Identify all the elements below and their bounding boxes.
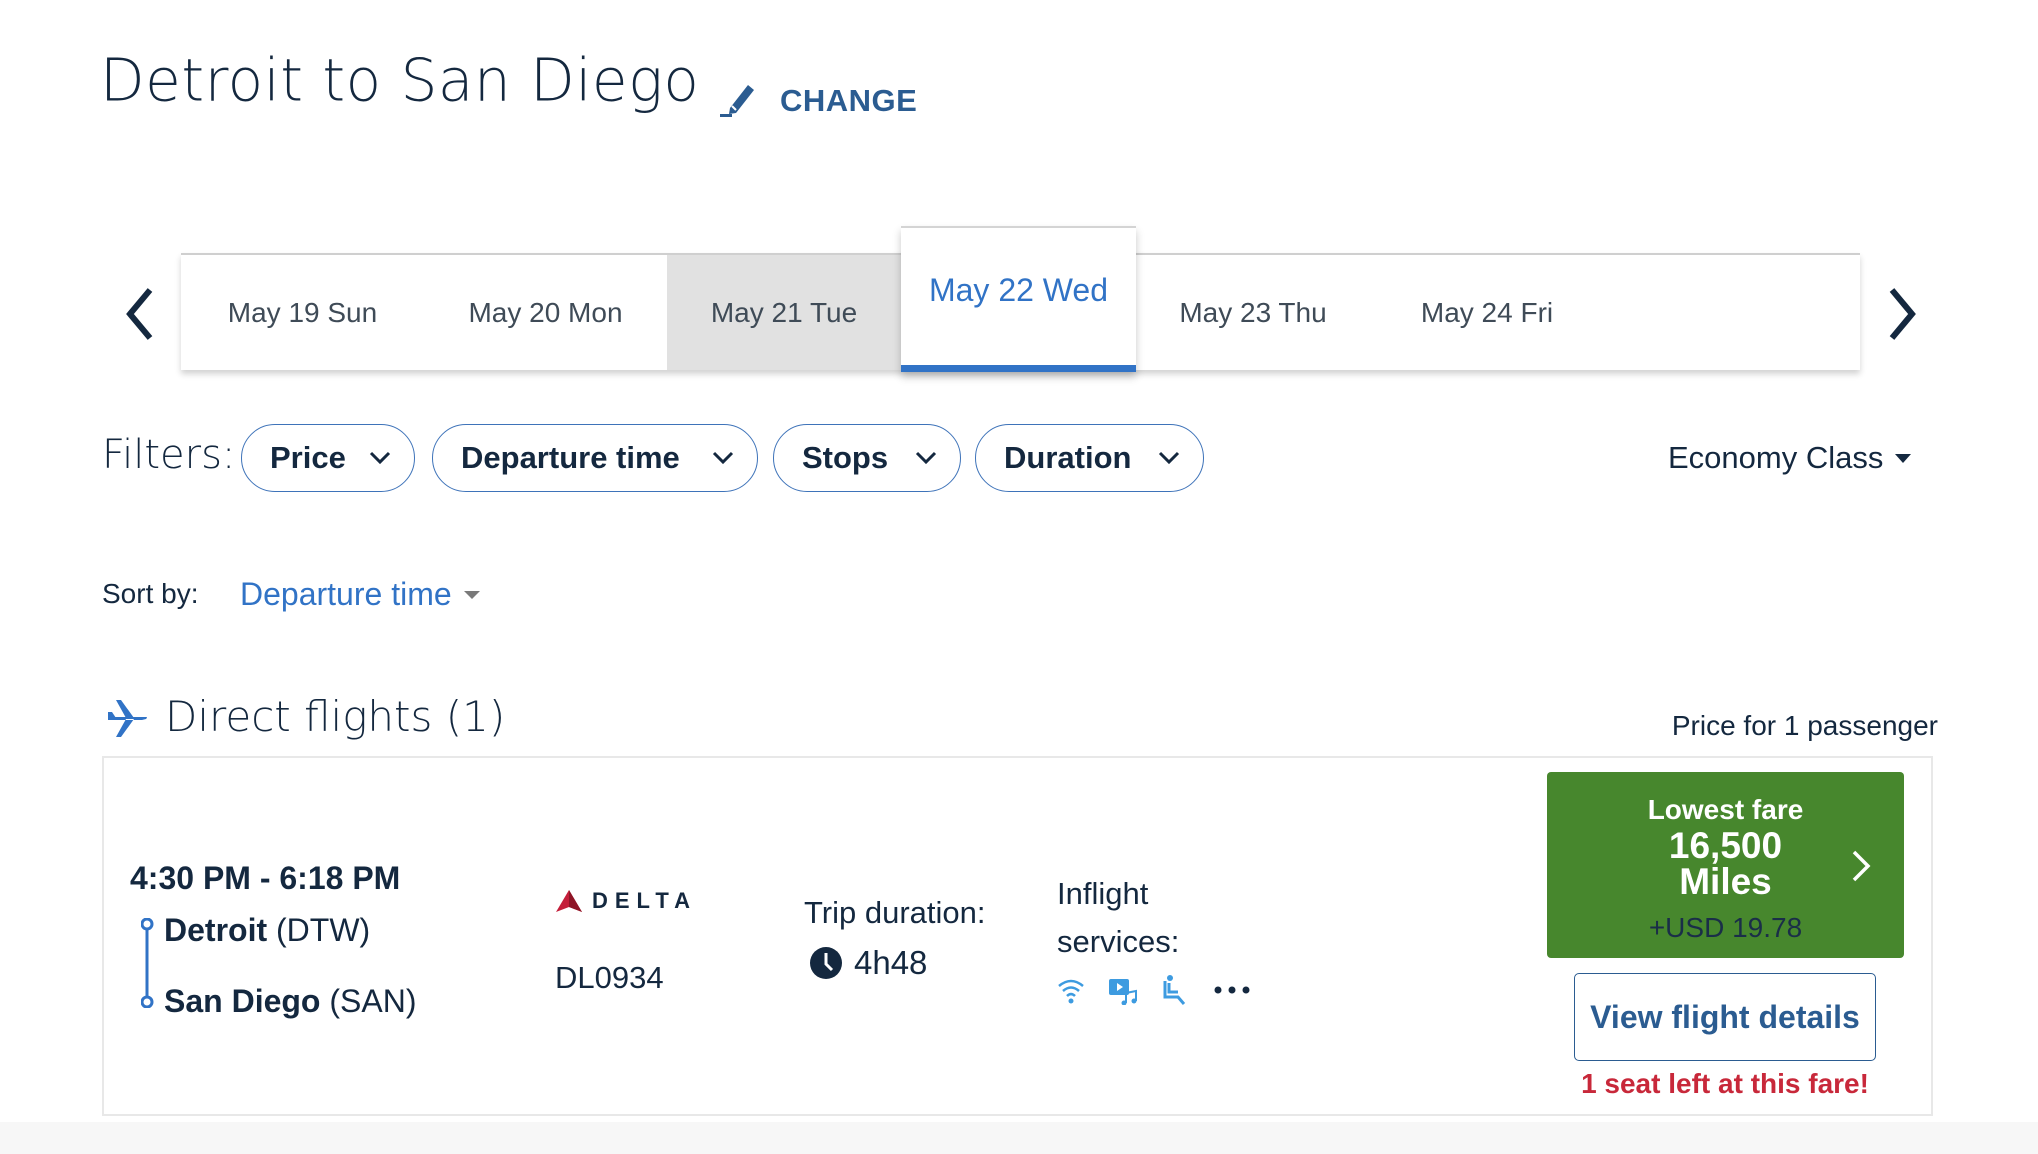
page-title: Detroit to San Diego [100,45,700,115]
date-strip: May 19 Sun May 20 Mon May 21 Tue May 22 … [181,226,1860,372]
airplane-icon [106,696,148,738]
destination-city: San Diego [164,983,321,1019]
date-tab-may-20[interactable]: May 20 Mon [424,255,667,370]
filter-departure-time[interactable]: Departure time [432,424,758,492]
delta-widget-icon [556,890,582,912]
chevron-right-icon [1889,288,1916,340]
destination-code: (SAN) [329,983,417,1019]
fare-miles-value: 16,500 [1668,825,1783,866]
chevron-down-icon [915,451,937,465]
caret-down-icon [1895,453,1912,463]
origin-city: Detroit [164,912,268,948]
sort-value: Departure time [240,576,452,612]
chevron-down-icon [369,451,391,465]
date-label: May 19 Sun [227,296,378,328]
fare-cash: +USD 19.78 [1648,912,1803,943]
filter-duration[interactable]: Duration [975,424,1204,492]
next-dates-button[interactable] [1882,284,1922,344]
price-note: Price for 1 passenger [1671,710,1938,741]
more-icon[interactable] [1212,975,1252,1005]
selected-underline [901,365,1136,372]
cabin-class-dropdown[interactable]: Economy Class [1668,440,1912,476]
date-tab-may-19[interactable]: May 19 Sun [181,255,424,370]
section-title: Direct flights (1) [165,692,506,741]
sort-label: Sort by: [102,578,199,609]
clock-icon [810,947,842,979]
view-flight-details-label: View flight details [1590,998,1860,1035]
filters-label: Filters: [102,432,236,478]
date-label: May 22 Wed [928,272,1109,308]
origin: Detroit (DTW) [164,912,370,949]
chevron-down-icon [712,451,734,465]
filter-label: Duration [1004,440,1132,475]
date-tab-may-22-selected[interactable]: May 22 Wed [901,226,1136,372]
page-footer-background [0,1122,2038,1154]
origin-code: (DTW) [276,912,371,948]
view-flight-details-button[interactable]: View flight details [1574,973,1876,1061]
inflight-services-label: Inflight services: [1057,876,1180,959]
caret-down-icon [463,590,480,599]
wifi-icon[interactable] [1056,975,1086,1005]
change-label: CHANGE [780,82,918,118]
date-label: May 24 Fri [1420,296,1554,328]
prev-dates-button[interactable] [120,284,160,344]
destination: San Diego (SAN) [164,983,416,1020]
airline-name: DELTA [592,888,698,913]
trip-duration-label: Trip duration: [804,895,986,930]
filter-label: Stops [802,440,889,475]
chevron-down-icon [1158,451,1180,465]
entertainment-icon[interactable] [1108,975,1138,1005]
date-tab-may-24[interactable]: May 24 Fri [1370,255,1604,370]
trip-duration: 4h48 [810,944,927,982]
inflight-services [1056,975,1252,1005]
filter-stops[interactable]: Stops [773,424,961,492]
trip-duration-value: 4h48 [854,944,928,981]
lowest-fare-button[interactable]: Lowest fare 16,500 Miles +USD 19.78 [1547,772,1904,958]
change-search-button[interactable]: CHANGE [718,76,917,125]
sort-dropdown[interactable]: Departure time [240,576,480,613]
filter-label: Departure time [461,440,680,475]
pencil-icon [718,76,762,125]
chevron-right-icon [1852,850,1871,882]
flight-times: 4:30 PM - 6:18 PM [130,860,401,896]
date-label: May 20 Mon [468,296,623,328]
fare-label: Lowest fare [1647,794,1804,825]
airline-logo: DELTA [556,888,697,914]
cabin-class-label: Economy Class [1668,440,1884,475]
seat-icon[interactable] [1160,975,1190,1005]
fare-miles-unit: Miles [1679,861,1772,902]
flight-number: DL0934 [555,960,664,995]
filter-label: Price [270,440,346,475]
date-label: May 23 Thu [1179,296,1327,328]
filter-price[interactable]: Price [241,424,415,492]
chevron-left-icon [126,288,153,340]
date-tab-may-21[interactable]: May 21 Tue [667,255,901,370]
seat-warning: 1 seat left at this fare! [1581,1068,1869,1099]
date-tab-may-23[interactable]: May 23 Thu [1136,255,1370,370]
date-label: May 21 Tue [710,296,858,328]
route-line-icon [141,918,154,1008]
